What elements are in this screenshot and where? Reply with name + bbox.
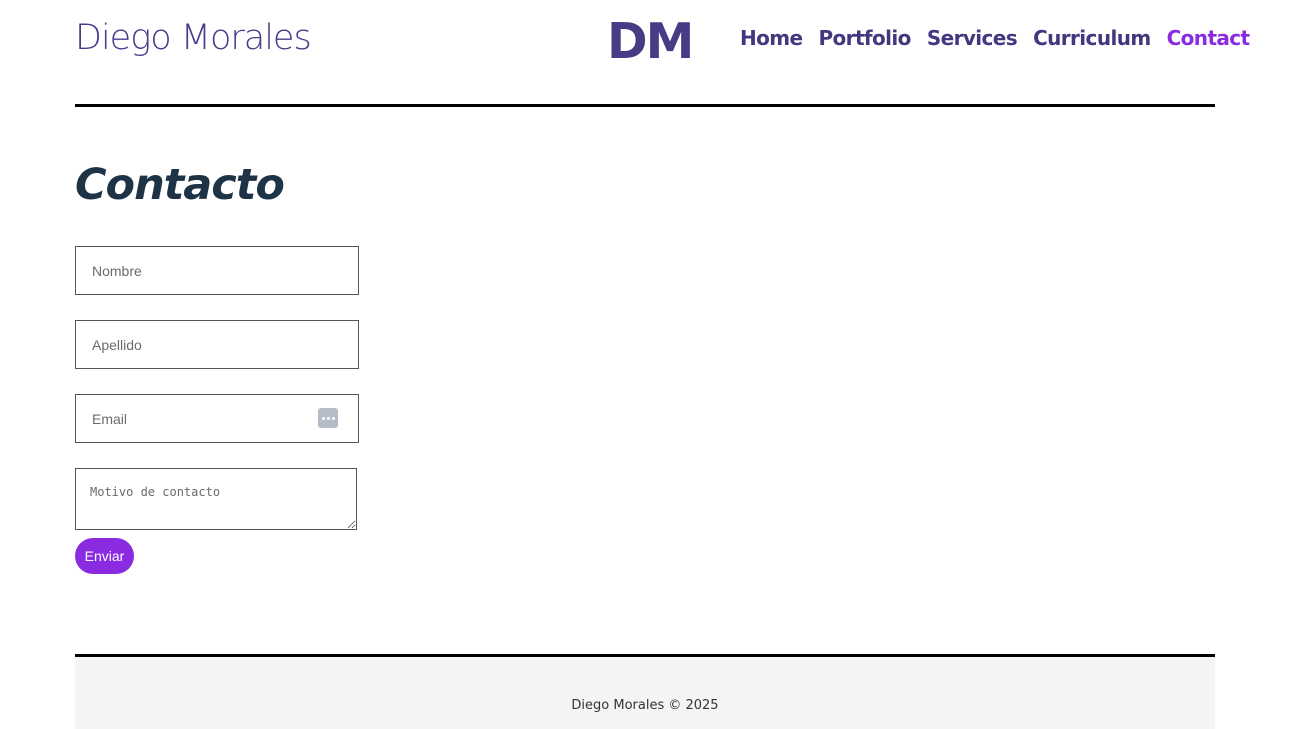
site-name: Diego Morales [75,18,312,58]
apellido-input[interactable] [75,320,359,369]
nombre-input[interactable] [75,246,359,295]
nav-home[interactable]: Home [740,26,803,50]
nav-curriculum[interactable]: Curriculum [1033,26,1151,50]
logo[interactable]: DM [607,12,694,72]
header-divider [75,104,1215,107]
nav-portfolio[interactable]: Portfolio [818,26,911,50]
nav-services[interactable]: Services [927,26,1018,50]
copyright-text: Diego Morales © 2025 [571,698,719,713]
autofill-dot [321,416,325,420]
email-input[interactable] [75,394,359,443]
password-manager-icon[interactable] [318,408,338,428]
page-title: Contacto [75,160,285,210]
send-button[interactable]: Enviar [75,538,134,574]
main-nav: Home Portfolio Services Curriculum Conta… [740,26,1250,50]
site-footer: Diego Morales © 2025 [75,657,1215,729]
autofill-dot [326,416,330,420]
nav-contact[interactable]: Contact [1167,26,1251,50]
autofill-dot [331,416,335,420]
motivo-textarea[interactable] [75,468,357,530]
